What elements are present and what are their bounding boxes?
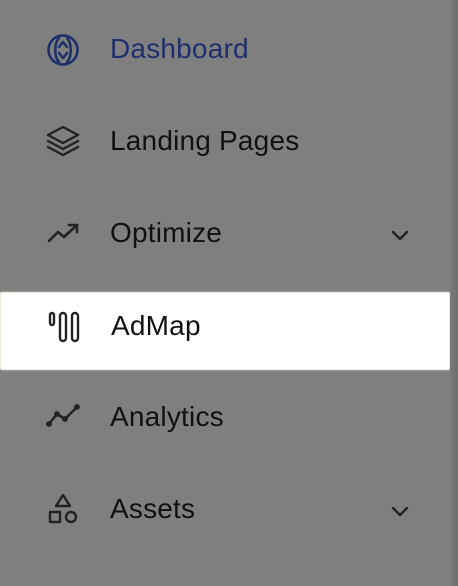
chevron-down-icon[interactable] (386, 221, 414, 249)
sidebar-divider (450, 0, 458, 586)
trending-up-icon (44, 215, 82, 253)
admap-icon (45, 309, 83, 347)
sidebar-item-landing-pages[interactable]: Landing Pages (0, 101, 450, 179)
sidebar-item-optimize[interactable]: Optimize (0, 193, 450, 271)
dashboard-icon (44, 31, 82, 69)
sidebar: Dashboard Landing Pages Optimize AdMap A… (0, 0, 458, 586)
shapes-icon (44, 491, 82, 529)
layers-icon (44, 123, 82, 161)
sidebar-item-label: Landing Pages (110, 125, 300, 156)
sidebar-item-dashboard[interactable]: Dashboard (0, 9, 450, 87)
sidebar-item-label: Assets (110, 493, 196, 524)
sidebar-item-label: Dashboard (110, 33, 249, 64)
sidebar-item-label: AdMap (111, 310, 201, 341)
analytics-icon (44, 399, 82, 437)
sidebar-item-label: Optimize (110, 217, 223, 248)
sidebar-item-admap[interactable]: AdMap (0, 292, 450, 370)
sidebar-item-analytics[interactable]: Analytics (0, 377, 450, 455)
sidebar-item-label: Analytics (110, 401, 224, 432)
sidebar-item-assets[interactable]: Assets (0, 469, 450, 547)
chevron-down-icon[interactable] (386, 497, 414, 525)
